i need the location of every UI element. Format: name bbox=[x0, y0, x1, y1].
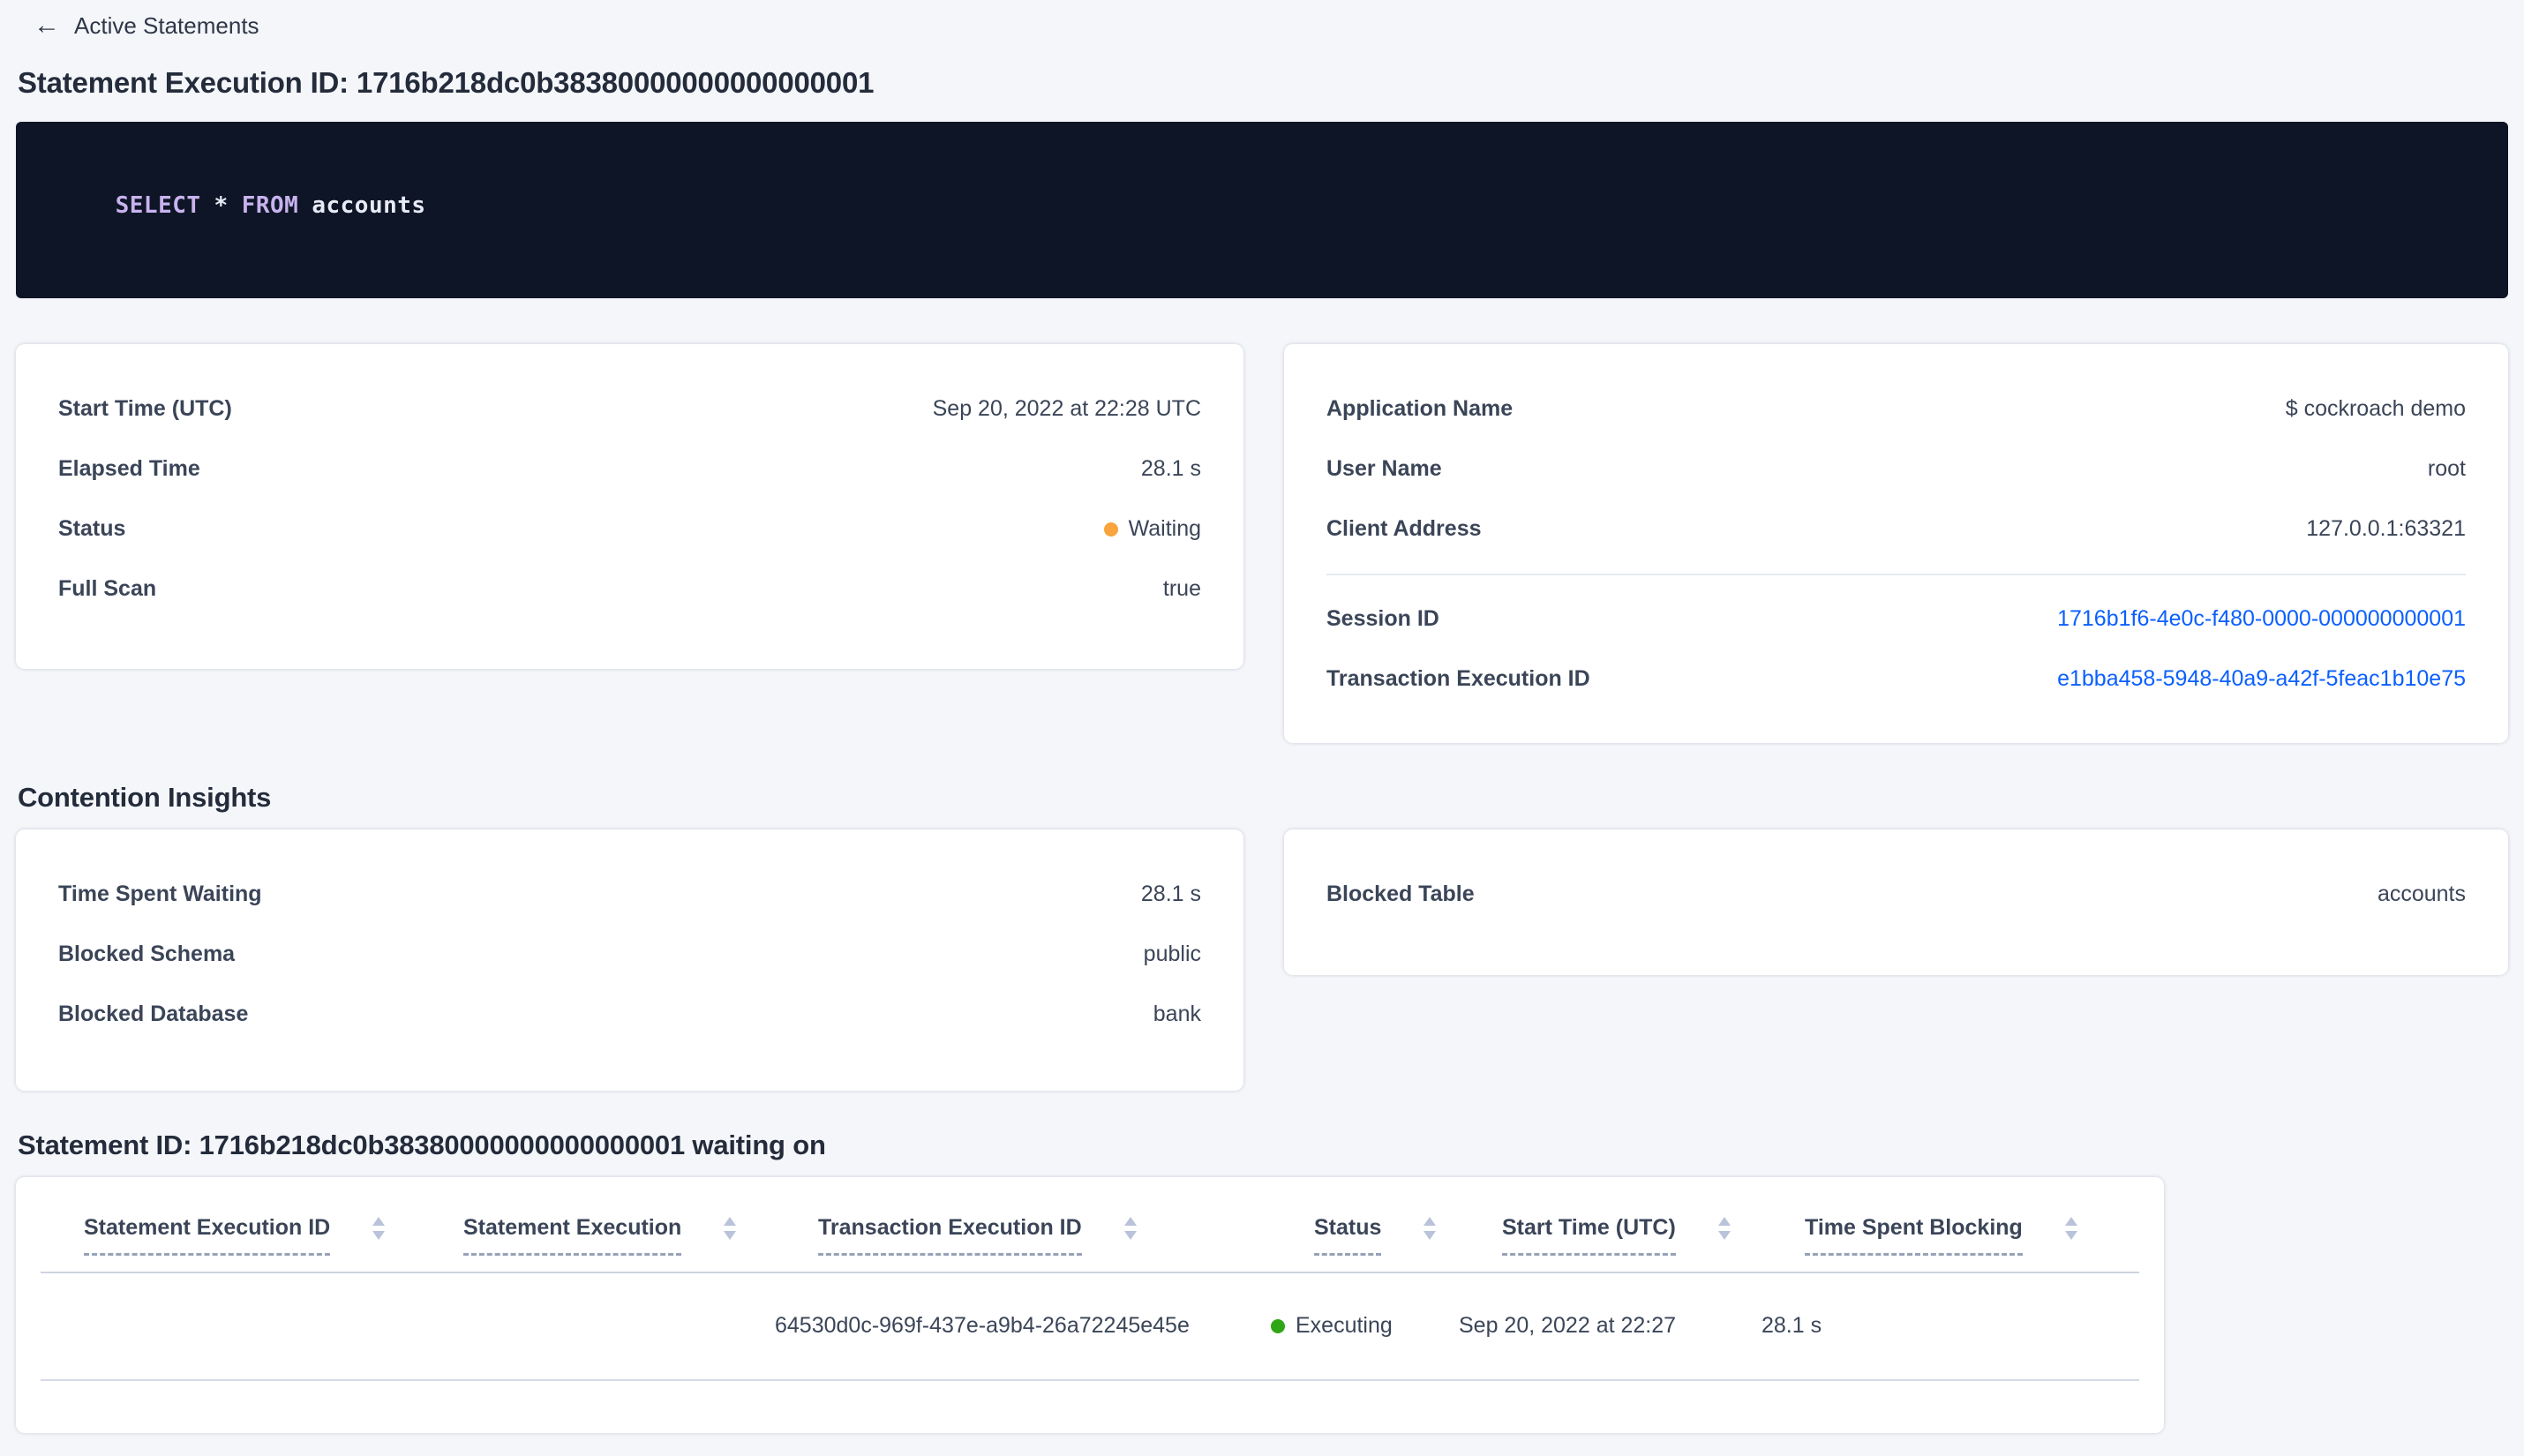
back-link[interactable]: ← Active Statements bbox=[16, 9, 259, 42]
client-address-label: Client Address bbox=[1326, 516, 1482, 541]
start-time-row: Start Time (UTC) Sep 20, 2022 at 22:28 U… bbox=[58, 394, 1201, 424]
cell-transaction-execution-id: 64530d0c-969f-437e-a9b4-26a72245e45e bbox=[775, 1313, 1190, 1338]
column-header-label[interactable]: Statement Execution ID bbox=[84, 1212, 331, 1256]
waiting-status-dot-icon bbox=[1103, 522, 1118, 537]
cell-status: Executing bbox=[1271, 1310, 1459, 1340]
blocked-table-row: Blocked Table accounts bbox=[1326, 879, 2466, 909]
cell-start-time: Sep 20, 2022 at 22:27 bbox=[1459, 1313, 1677, 1338]
user-name-row: User Name root bbox=[1326, 454, 2466, 484]
sql-keyword-select: SELECT bbox=[115, 192, 201, 219]
sql-table-name: accounts bbox=[312, 192, 426, 219]
status-row: Status Waiting bbox=[58, 514, 1201, 544]
column-header-label[interactable]: Start Time (UTC) bbox=[1502, 1212, 1676, 1256]
full-scan-row: Full Scan true bbox=[58, 574, 1201, 604]
contention-cards-row: Time Spent Waiting 28.1 s Blocked Schema… bbox=[16, 829, 2508, 1091]
table-row: 64530d0c-969f-437e-a9b4-26a72245e45e Exe… bbox=[41, 1273, 2139, 1381]
client-address-row: Client Address 127.0.0.1:63321 bbox=[1326, 514, 2466, 544]
time-spent-waiting-label: Time Spent Waiting bbox=[58, 882, 262, 906]
blocked-database-label: Blocked Database bbox=[58, 1002, 249, 1026]
user-name-label: User Name bbox=[1326, 456, 1442, 481]
back-arrow-icon[interactable]: ← bbox=[34, 12, 60, 39]
waiting-on-table-header: Statement Execution ID Statement Executi… bbox=[41, 1212, 2139, 1256]
sort-icon[interactable] bbox=[1123, 1217, 1137, 1240]
sort-icon[interactable] bbox=[1717, 1217, 1731, 1240]
sql-star: * bbox=[214, 192, 229, 219]
blocked-schema-label: Blocked Schema bbox=[58, 942, 236, 966]
elapsed-time-row: Elapsed Time 28.1 s bbox=[58, 454, 1201, 484]
session-id-link[interactable]: 1716b1f6-4e0c-f480-0000-000000000001 bbox=[2057, 604, 2466, 634]
application-name-row: Application Name $ cockroach demo bbox=[1326, 394, 2466, 424]
client-address-value: 127.0.0.1:63321 bbox=[2306, 516, 2466, 541]
sql-statement-box: SELECT * FROM accounts bbox=[16, 122, 2508, 298]
full-scan-label: Full Scan bbox=[58, 576, 157, 601]
status-value: Waiting bbox=[1103, 514, 1201, 544]
blocked-table-label: Blocked Table bbox=[1326, 882, 1475, 906]
execution-details-card: Start Time (UTC) Sep 20, 2022 at 22:28 U… bbox=[16, 344, 1243, 669]
start-time-label: Start Time (UTC) bbox=[58, 396, 232, 421]
blocked-schema-value: public bbox=[1143, 942, 1201, 966]
contention-waiting-card: Time Spent Waiting 28.1 s Blocked Schema… bbox=[16, 829, 1243, 1091]
back-link-label[interactable]: Active Statements bbox=[74, 12, 259, 40]
time-spent-waiting-value: 28.1 s bbox=[1140, 882, 1201, 906]
sql-keyword-from: FROM bbox=[241, 192, 299, 219]
contention-insights-heading: Contention Insights bbox=[18, 782, 272, 813]
status-value-text: Waiting bbox=[1128, 516, 1201, 541]
session-id-label: Session ID bbox=[1326, 606, 1439, 631]
column-header-label[interactable]: Time Spent Blocking bbox=[1805, 1212, 2023, 1256]
waiting-on-heading: Statement ID: 1716b218dc0b38380000000000… bbox=[18, 1130, 826, 1160]
time-spent-waiting-row: Time Spent Waiting 28.1 s bbox=[58, 879, 1201, 909]
transaction-execution-id-link[interactable]: e1bba458-5948-40a9-a42f-5feac1b10e75 bbox=[2057, 664, 2466, 694]
column-header-label[interactable]: Statement Execution bbox=[463, 1212, 682, 1256]
cell-statement-execution bbox=[420, 1310, 775, 1340]
transaction-execution-id-label: Transaction Execution ID bbox=[1326, 666, 1590, 691]
column-header-label[interactable]: Status bbox=[1314, 1212, 1382, 1256]
column-header-status[interactable]: Status bbox=[1314, 1212, 1502, 1256]
blocked-database-value: bank bbox=[1153, 1002, 1201, 1026]
session-details-card: Application Name $ cockroach demo User N… bbox=[1284, 344, 2508, 743]
blocked-table-card: Blocked Table accounts bbox=[1284, 829, 2508, 975]
waiting-on-table-card: Statement Execution ID Statement Executi… bbox=[16, 1177, 2164, 1433]
start-time-value: Sep 20, 2022 at 22:28 UTC bbox=[932, 396, 1201, 421]
cell-time-spent-blocking: 28.1 s bbox=[1762, 1313, 1822, 1338]
status-label: Status bbox=[58, 516, 126, 541]
transaction-execution-id-row: Transaction Execution ID e1bba458-5948-4… bbox=[1326, 664, 2466, 694]
column-header-start-time[interactable]: Start Time (UTC) bbox=[1502, 1212, 1805, 1256]
divider bbox=[1326, 574, 2466, 575]
application-name-label: Application Name bbox=[1326, 396, 1514, 421]
elapsed-time-value: 28.1 s bbox=[1140, 456, 1201, 481]
overview-cards-row: Start Time (UTC) Sep 20, 2022 at 22:28 U… bbox=[16, 344, 2508, 743]
column-header-time-spent-blocking[interactable]: Time Spent Blocking bbox=[1805, 1212, 2139, 1256]
cell-status-text: Executing bbox=[1296, 1313, 1393, 1338]
page-title: Statement Execution ID: 1716b218dc0b3838… bbox=[18, 66, 875, 99]
session-id-row: Session ID 1716b1f6-4e0c-f480-0000-00000… bbox=[1326, 604, 2466, 634]
executing-status-dot-icon bbox=[1271, 1319, 1285, 1333]
blocked-table-value: accounts bbox=[2377, 882, 2466, 906]
sort-icon[interactable] bbox=[372, 1217, 386, 1240]
elapsed-time-label: Elapsed Time bbox=[58, 456, 200, 481]
column-header-statement-execution[interactable]: Statement Execution bbox=[463, 1212, 818, 1256]
sort-icon[interactable] bbox=[1424, 1217, 1437, 1240]
sort-icon[interactable] bbox=[2064, 1217, 2077, 1240]
column-header-label[interactable]: Transaction Execution ID bbox=[818, 1212, 1082, 1256]
sort-icon[interactable] bbox=[724, 1217, 737, 1240]
full-scan-value: true bbox=[1162, 576, 1201, 601]
blocked-database-row: Blocked Database bank bbox=[58, 999, 1201, 1029]
column-header-transaction-execution-id[interactable]: Transaction Execution ID bbox=[818, 1212, 1314, 1256]
page-container: ← Active Statements Statement Execution … bbox=[0, 0, 2524, 1433]
application-name-value: $ cockroach demo bbox=[2285, 396, 2466, 421]
blocked-schema-row: Blocked Schema public bbox=[58, 939, 1201, 969]
user-name-value: root bbox=[2427, 456, 2466, 481]
cell-statement-execution-id bbox=[41, 1310, 420, 1340]
column-header-statement-execution-id[interactable]: Statement Execution ID bbox=[84, 1212, 463, 1256]
